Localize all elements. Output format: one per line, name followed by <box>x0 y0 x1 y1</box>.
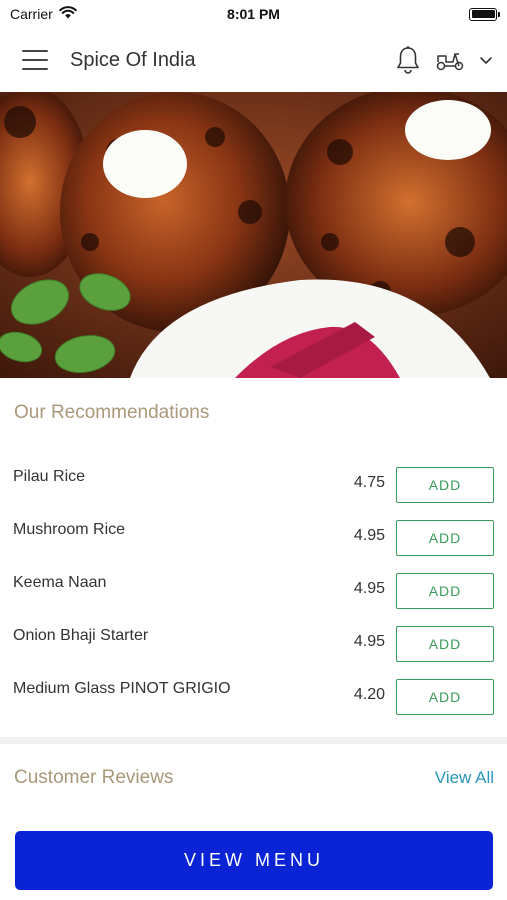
list-item: Mushroom Rice 4.95 ADD <box>0 511 507 564</box>
battery-icon <box>469 7 500 21</box>
scooter-icon[interactable] <box>435 48 465 72</box>
list-item: Keema Naan 4.95 ADD <box>0 564 507 617</box>
carrier-label: Carrier <box>10 6 53 22</box>
item-price: 4.20 <box>353 686 385 703</box>
list-item: Onion Bhaji Starter 4.95 ADD <box>0 617 507 670</box>
wifi-icon <box>58 6 77 22</box>
add-button[interactable]: ADD <box>396 520 494 556</box>
item-name: Mushroom Rice <box>13 521 126 538</box>
chevron-down-icon[interactable] <box>479 55 493 65</box>
page-title: Spice Of India <box>70 48 196 71</box>
bell-icon[interactable] <box>395 45 421 75</box>
add-button[interactable]: ADD <box>396 573 494 609</box>
recommendations-list: Pilau Rice 4.75 ADD Mushroom Rice 4.95 A… <box>0 458 507 723</box>
item-price: 4.95 <box>353 580 385 597</box>
item-name: Medium Glass PINOT GRIGIO <box>13 680 231 697</box>
item-price: 4.75 <box>353 474 385 491</box>
nav-bar: Spice Of India <box>0 28 507 92</box>
list-item: Medium Glass PINOT GRIGIO 4.20 ADD <box>0 670 507 723</box>
status-left: Carrier <box>10 6 77 22</box>
item-name: Onion Bhaji Starter <box>13 627 149 644</box>
view-menu-button[interactable]: VIEW MENU <box>15 831 493 890</box>
item-name: Keema Naan <box>13 574 107 591</box>
recommendations-title: Our Recommendations <box>14 402 210 423</box>
item-name: Pilau Rice <box>13 468 86 485</box>
status-bar: Carrier 8:01 PM <box>0 0 507 28</box>
add-button[interactable]: ADD <box>396 679 494 715</box>
add-button[interactable]: ADD <box>396 626 494 662</box>
item-price: 4.95 <box>353 633 385 650</box>
section-divider <box>0 737 507 744</box>
nav-icons <box>395 45 493 75</box>
list-item: Pilau Rice 4.75 ADD <box>0 458 507 511</box>
item-price: 4.95 <box>353 527 385 544</box>
add-button[interactable]: ADD <box>396 467 494 503</box>
view-all-link[interactable]: View All <box>435 768 494 788</box>
menu-icon[interactable] <box>22 50 48 70</box>
hero-food-image <box>0 92 507 378</box>
reviews-title: Customer Reviews <box>14 767 174 788</box>
